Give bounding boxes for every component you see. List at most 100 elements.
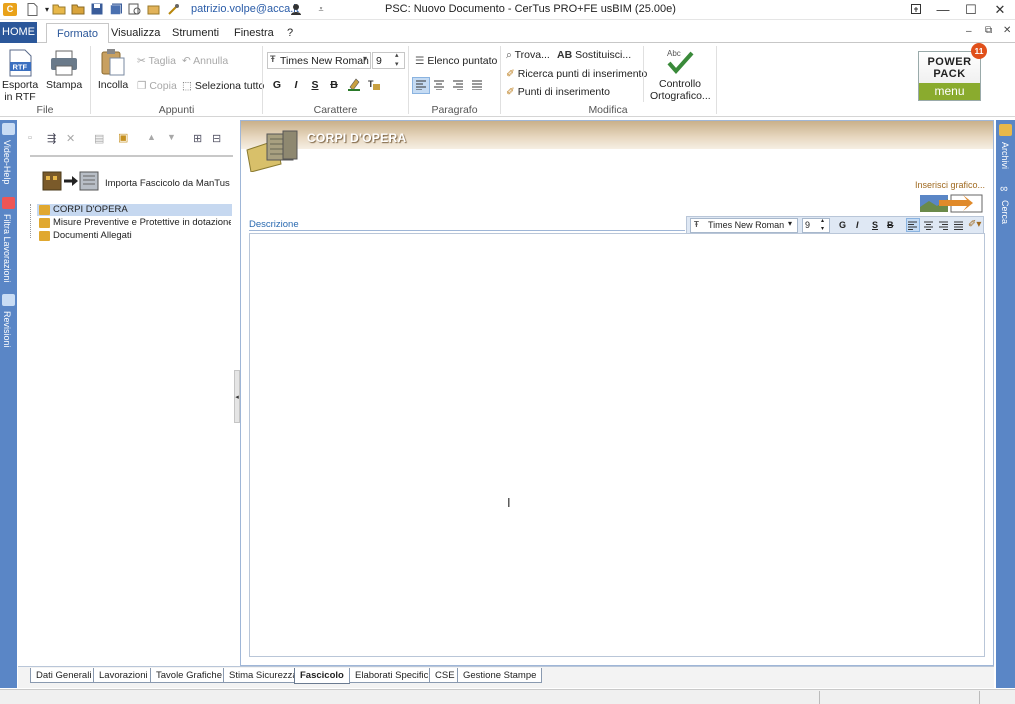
restore-layout-icon[interactable] — [903, 1, 929, 19]
tab-tavole-grafiche[interactable]: Tavole Grafiche — [150, 668, 229, 683]
undo-button[interactable]: ↶ Annulla — [182, 55, 228, 67]
sidebar-item-filtra-lavorazioni[interactable]: Filtra Lavorazioni — [2, 214, 12, 283]
filter-icon[interactable] — [2, 197, 15, 209]
editor-underline-button[interactable]: S — [872, 220, 878, 230]
export-rtf-label[interactable]: Esporta in RTF — [2, 79, 38, 103]
tab-elaborati-specifici[interactable]: Elaborati Specifici — [349, 668, 437, 683]
app-icon[interactable]: C — [3, 3, 17, 16]
ribbon-minimize-icon[interactable]: – — [966, 26, 972, 37]
tree-item-documenti-allegati[interactable]: Documenti Allegati — [53, 230, 231, 242]
insert-graphic-button[interactable] — [919, 193, 983, 213]
spellcheck-icon[interactable]: Abc — [665, 47, 695, 78]
export-rtf-button[interactable]: RTF — [7, 49, 34, 77]
folder-icon[interactable] — [71, 3, 85, 16]
move-up-icon[interactable]: ▲ — [147, 132, 156, 142]
sidebar-item-archivi[interactable]: Archivi — [1000, 142, 1010, 169]
editor-strike-button[interactable]: B — [887, 220, 894, 230]
font-family-select[interactable]: Ŧ Times New Roman ▾ — [267, 52, 371, 69]
move-down-icon[interactable]: ▼ — [167, 132, 176, 142]
description-editor[interactable] — [249, 233, 985, 657]
tab-cse[interactable]: CSE — [429, 668, 461, 683]
import-mantus-label[interactable]: Importa Fascicolo da ManTus — [105, 178, 230, 189]
print-button[interactable]: Stampa — [46, 79, 82, 91]
bold-button[interactable]: G — [270, 79, 284, 91]
tab-help[interactable]: ? — [277, 23, 303, 43]
print-preview-icon[interactable] — [127, 3, 141, 16]
cut-button[interactable]: ✂ Taglia — [137, 55, 176, 67]
editor-more-icon[interactable]: ✐▾ — [968, 219, 981, 230]
package-icon[interactable] — [146, 3, 160, 16]
ribbon-close-icon[interactable]: ✕ — [1003, 25, 1011, 36]
insertion-points-button[interactable]: ✐ Punti di inserimento — [506, 86, 610, 98]
tab-finestra[interactable]: Finestra — [224, 23, 284, 43]
expand-all-icon[interactable]: ⊞ — [193, 132, 202, 145]
ribbon-restore-icon[interactable]: ⧉ — [985, 25, 992, 36]
printer-icon[interactable] — [50, 50, 78, 79]
sidebar-item-video-help[interactable]: Video-Help — [2, 140, 12, 184]
editor-italic-button[interactable]: I — [856, 220, 859, 230]
tree-item-corpi-opera[interactable]: CORPI D'OPERA — [53, 204, 231, 216]
collapse-all-icon[interactable]: ⊟ — [212, 132, 221, 145]
insert-graphic-label[interactable]: Inserisci grafico... — [915, 180, 985, 190]
replace-button[interactable]: AB Sostituisci... — [557, 49, 631, 61]
find-button[interactable]: ⌕ Trova... — [506, 49, 550, 62]
strikethrough-button[interactable]: B — [327, 79, 341, 91]
tree-item-misure-preventive[interactable]: Misure Preventive e Protettive in dotazi… — [53, 217, 231, 229]
powerpack-menu-button[interactable]: POWER PACK menu — [918, 51, 981, 101]
justify-icon[interactable] — [472, 80, 482, 93]
align-right-icon[interactable] — [453, 80, 463, 93]
save-all-icon[interactable] — [109, 3, 123, 16]
revisions-icon[interactable] — [2, 294, 15, 306]
editor-size-stepper[interactable]: 9 ▴ ▾ — [802, 218, 830, 233]
new-item-icon[interactable]: ▫ — [28, 132, 32, 144]
italic-button[interactable]: I — [289, 79, 303, 91]
save-icon[interactable] — [90, 3, 104, 16]
select-all-button[interactable]: ⬚ Seleziona tutto — [182, 80, 264, 92]
font-color-icon[interactable]: T — [367, 78, 381, 94]
tab-strumenti[interactable]: Strumenti — [162, 23, 229, 43]
bullet-list-button[interactable]: ☰ Elenco puntato — [415, 55, 497, 67]
align-center-icon[interactable] — [434, 80, 444, 93]
search-points-button[interactable]: ✐ Ricerca punti di inserimento — [506, 68, 647, 80]
binoculars-icon[interactable]: ∞ — [1000, 183, 1008, 195]
tab-visualizza[interactable]: Visualizza — [101, 23, 170, 43]
open-folder-icon[interactable] — [52, 3, 66, 16]
sidebar-item-cerca[interactable]: Cerca — [1000, 200, 1010, 224]
editor-align-center-icon[interactable] — [924, 221, 933, 233]
user-icon[interactable] — [289, 3, 303, 16]
editor-bold-button[interactable]: G — [839, 220, 846, 230]
archive-icon[interactable] — [999, 124, 1012, 136]
paste-button[interactable]: Incolla — [95, 79, 131, 91]
close-button[interactable]: ✕ — [987, 1, 1013, 19]
spellcheck-button[interactable]: Controllo Ortografico... — [650, 78, 711, 102]
tab-dati-generali[interactable]: Dati Generali — [30, 668, 98, 683]
font-size-stepper[interactable]: 9 ▴ ▾ — [372, 52, 405, 69]
tab-formato[interactable]: Formato — [46, 23, 109, 44]
editor-justify-icon[interactable] — [954, 221, 963, 233]
properties-icon[interactable]: ▤ — [94, 132, 104, 145]
highlight-color-icon[interactable] — [347, 77, 361, 94]
user-email[interactable]: patrizio.volpe@acca.it — [191, 3, 299, 15]
font-size-value: 9 — [376, 55, 382, 67]
minimize-button[interactable]: — — [930, 1, 956, 19]
customize-toolbar-icon[interactable]: ⩡ — [314, 3, 328, 16]
underline-button[interactable]: S — [308, 79, 322, 91]
video-help-icon[interactable] — [2, 123, 15, 135]
import-mantus-icon[interactable] — [42, 170, 100, 192]
tab-lavorazioni[interactable]: Lavorazioni — [93, 668, 154, 683]
paste-icon[interactable] — [100, 48, 126, 79]
sidebar-item-revisioni[interactable]: Revisioni — [2, 311, 12, 348]
maximize-button[interactable]: ☐ — [958, 1, 984, 19]
copy-button[interactable]: ❐ Copia — [137, 80, 177, 92]
editor-align-right-icon[interactable] — [939, 221, 948, 233]
tab-home[interactable]: HOME — [0, 22, 37, 43]
tab-fascicolo[interactable]: Fascicolo — [294, 668, 350, 684]
add-child-icon[interactable]: ⇶ — [47, 132, 56, 145]
new-document-icon[interactable] — [25, 3, 39, 16]
delete-icon[interactable]: ✕ — [66, 132, 75, 145]
library-icon[interactable]: ▣ — [118, 131, 128, 144]
tab-stima-sicurezza[interactable]: Stima Sicurezza — [223, 668, 304, 683]
editor-font-select[interactable]: Ŧ Times New Roman ▾ — [690, 218, 798, 233]
tab-gestione-stampe[interactable]: Gestione Stampe — [457, 668, 543, 683]
tools-icon[interactable] — [166, 3, 180, 16]
